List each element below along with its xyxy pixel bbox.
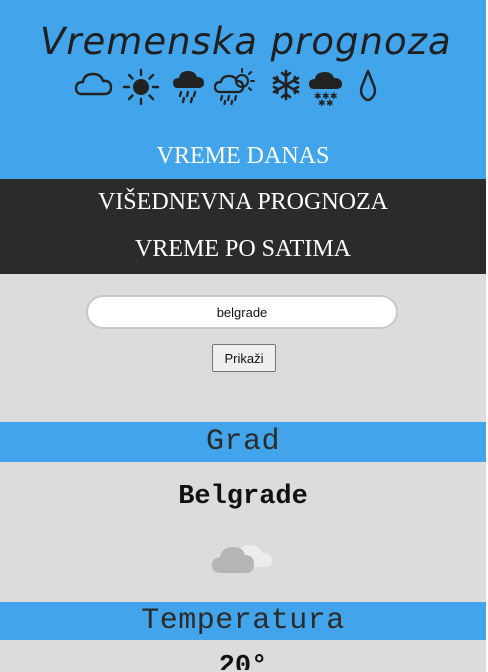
page: Vremenska prognoza ✱ ✱ ✱ ✱ ✱ VREME DANAS… xyxy=(0,0,488,672)
cloud-icon xyxy=(74,72,113,96)
rain-cloud-icon xyxy=(173,71,204,104)
city-search-input[interactable] xyxy=(86,295,398,329)
nav-item-multiday[interactable]: VIŠEDNEVNA PROGNOZA xyxy=(0,179,486,226)
nav-item-today[interactable]: VREME DANAS xyxy=(0,133,486,179)
snow-cloud-icon: ✱ ✱ ✱ ✱ ✱ xyxy=(309,72,342,106)
show-button[interactable]: Prikaži xyxy=(212,344,276,372)
raindrop-icon xyxy=(359,69,377,102)
temperature-section: 20° xyxy=(0,640,486,670)
search-form: Prikaži xyxy=(0,274,486,422)
city-section: Belgrade xyxy=(0,462,486,602)
city-name: Belgrade xyxy=(178,482,308,512)
city-heading: Grad xyxy=(0,422,486,462)
svg-text:✱: ✱ xyxy=(318,99,326,106)
snowflake-icon xyxy=(272,69,300,101)
sun-icon xyxy=(122,68,160,106)
site-header: Vremenska prognoza ✱ ✱ ✱ ✱ ✱ xyxy=(0,0,486,133)
site-logo-text: Vremenska prognoza xyxy=(40,20,452,63)
sun-rain-cloud-icon xyxy=(214,68,255,106)
nav-secondary-group: VIŠEDNEVNA PROGNOZA VREME PO SATIMA xyxy=(0,179,486,274)
logo-weather-icons: ✱ ✱ ✱ ✱ ✱ xyxy=(74,68,384,108)
cloudy-icon xyxy=(212,545,272,573)
svg-text:✱: ✱ xyxy=(326,99,334,106)
temperature-value: 20° xyxy=(218,652,268,670)
temperature-heading: Temperatura xyxy=(0,602,486,640)
nav-item-hourly[interactable]: VREME PO SATIMA xyxy=(0,226,486,273)
